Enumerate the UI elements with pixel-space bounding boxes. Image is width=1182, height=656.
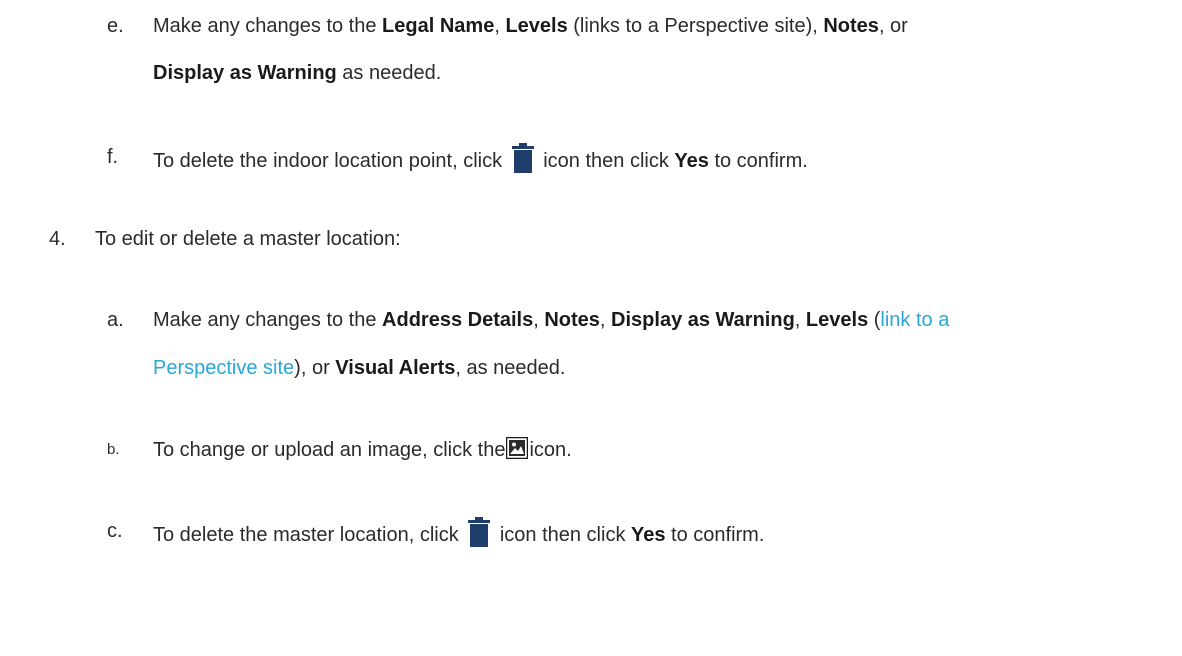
step-3e-line-1: Make any changes to the Legal Name, Leve… bbox=[153, 12, 908, 40]
perspective-site-link[interactable]: Perspective site bbox=[153, 357, 294, 379]
term-yes: Yes bbox=[674, 150, 709, 172]
text: , or bbox=[878, 15, 908, 37]
list-marker-a: a. bbox=[107, 309, 124, 331]
list-marker-f: f. bbox=[107, 146, 119, 168]
perspective-site-link[interactable]: link to a bbox=[880, 309, 949, 331]
step-4a-line-1: Make any changes to the Address Details,… bbox=[153, 306, 949, 334]
step-4-heading: To edit or delete a master location: bbox=[95, 228, 401, 250]
list-marker-e: e. bbox=[107, 15, 124, 37]
text: icon then click bbox=[499, 524, 631, 546]
step-3f-line: To delete the indoor location point, cli… bbox=[153, 143, 808, 175]
term-display-as-warning: Display as Warning bbox=[611, 309, 795, 331]
text: ( bbox=[868, 309, 881, 331]
text: Make any changes to the bbox=[153, 15, 383, 37]
list-marker-4: 4. bbox=[49, 228, 66, 250]
term-legal-name: Legal Name bbox=[382, 15, 495, 37]
text: , as needed. bbox=[455, 357, 566, 379]
step-4a-line-2: Perspective site), or Visual Alerts, as … bbox=[153, 354, 565, 382]
term-address-details: Address Details bbox=[382, 309, 534, 331]
document-page: e. Make any changes to the Legal Name, L… bbox=[0, 0, 1182, 656]
text: (links to a Perspective site), bbox=[567, 15, 824, 37]
text: to confirm. bbox=[665, 524, 765, 546]
trash-icon bbox=[511, 143, 534, 173]
term-notes: Notes bbox=[823, 15, 879, 37]
list-marker-c: c. bbox=[107, 520, 123, 542]
trash-icon bbox=[468, 517, 491, 547]
text: To delete the indoor location point, cli… bbox=[153, 150, 503, 172]
text: icon then click bbox=[543, 150, 675, 172]
term-yes: Yes bbox=[631, 524, 666, 546]
list-marker-b: b. bbox=[107, 441, 120, 458]
text: to confirm. bbox=[708, 150, 808, 172]
text: icon. bbox=[529, 439, 572, 461]
term-levels: Levels bbox=[505, 15, 568, 37]
term-visual-alerts: Visual Alerts bbox=[335, 357, 456, 379]
text: To delete the master location, click bbox=[153, 524, 459, 546]
step-4c-line: To delete the master location, click ico… bbox=[153, 517, 764, 549]
text: , bbox=[494, 15, 506, 37]
step-4b-line: To change or upload an image, click the … bbox=[153, 436, 572, 464]
text: ), or bbox=[294, 357, 336, 379]
text: Make any changes to the bbox=[153, 309, 383, 331]
text: To change or upload an image, click the bbox=[153, 439, 506, 461]
text: , bbox=[533, 309, 545, 331]
text: , bbox=[794, 309, 806, 331]
term-levels: Levels bbox=[805, 309, 869, 331]
term-display-as-warning: Display as Warning bbox=[153, 62, 337, 84]
image-icon bbox=[506, 436, 529, 460]
text: as needed. bbox=[336, 62, 442, 84]
term-notes: Notes bbox=[544, 309, 600, 331]
text: , bbox=[599, 309, 612, 331]
step-3e-line-2: Display as Warning as needed. bbox=[153, 59, 441, 87]
